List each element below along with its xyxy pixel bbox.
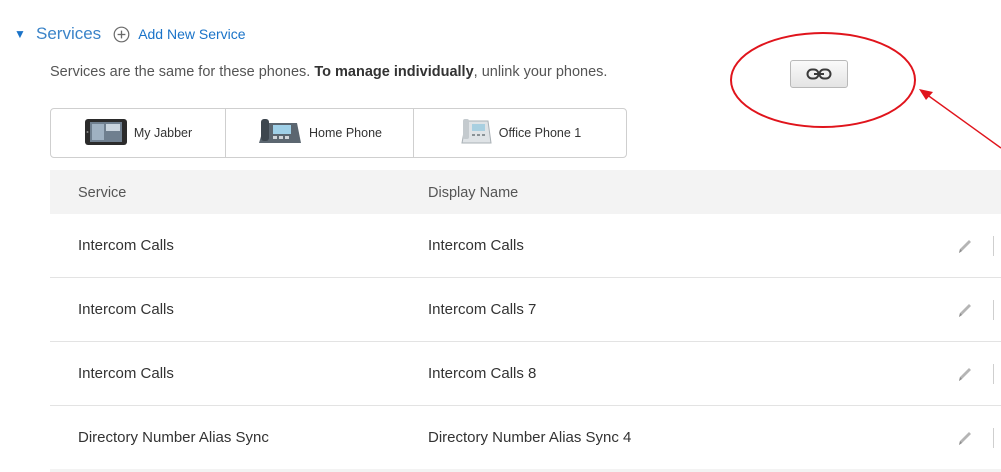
phone-tab-label: My Jabber bbox=[133, 126, 193, 140]
service-cell: Intercom Calls bbox=[78, 365, 174, 382]
row-separator bbox=[993, 428, 994, 448]
annotation-arrow-line bbox=[925, 93, 1001, 149]
service-cell: Directory Number Alias Sync bbox=[78, 429, 269, 446]
phone-tabs: My Jabber Home Phone Office Phone 1 bbox=[50, 108, 627, 158]
office-phone-icon bbox=[459, 117, 493, 150]
plus-circle-icon bbox=[113, 26, 130, 43]
header-display-name: Display Name bbox=[428, 185, 519, 201]
service-cell: Intercom Calls bbox=[78, 301, 174, 318]
row-separator bbox=[993, 236, 994, 256]
display-name-cell: Intercom Calls 7 bbox=[428, 301, 537, 318]
description-suffix: , unlink your phones. bbox=[473, 64, 608, 80]
services-table-body: Intercom Calls Intercom Calls Intercom C… bbox=[50, 214, 1001, 469]
pencil-icon[interactable] bbox=[955, 236, 975, 256]
services-table-header: Service Display Name bbox=[50, 170, 1001, 214]
phone-tab-home-phone[interactable]: Home Phone bbox=[225, 109, 413, 157]
phone-tab-my-jabber[interactable]: My Jabber bbox=[51, 109, 225, 157]
description-prefix: Services are the same for these phones. bbox=[50, 64, 315, 80]
header-service: Service bbox=[78, 185, 127, 201]
display-name-cell: Directory Number Alias Sync 4 bbox=[428, 429, 632, 446]
table-row: Intercom Calls Intercom Calls 7 bbox=[50, 278, 1001, 342]
services-section-header: ▼ Services Add New Service bbox=[14, 22, 246, 46]
annotation-arrow-head bbox=[919, 89, 933, 100]
chain-link-icon bbox=[806, 67, 832, 81]
table-row: Intercom Calls Intercom Calls bbox=[50, 214, 1001, 278]
pencil-icon[interactable] bbox=[955, 428, 975, 448]
desk-phone-icon bbox=[257, 117, 303, 150]
table-row: Directory Number Alias Sync Directory Nu… bbox=[50, 406, 1001, 469]
services-panel: ▼ Services Add New Service Services are … bbox=[0, 0, 1001, 472]
display-name-cell: Intercom Calls bbox=[428, 237, 524, 254]
section-title: Services bbox=[36, 24, 102, 43]
phone-tab-label: Home Phone bbox=[309, 126, 382, 140]
service-cell: Intercom Calls bbox=[78, 237, 174, 254]
display-name-cell: Intercom Calls 8 bbox=[428, 365, 537, 382]
table-row: Intercom Calls Intercom Calls 8 bbox=[50, 342, 1001, 406]
add-new-service-label: Add New Service bbox=[138, 26, 246, 42]
phone-tab-office-phone-1[interactable]: Office Phone 1 bbox=[413, 109, 626, 157]
services-description: Services are the same for these phones. … bbox=[50, 64, 607, 80]
phone-tab-label: Office Phone 1 bbox=[498, 126, 582, 140]
pencil-icon[interactable] bbox=[955, 364, 975, 384]
unlink-phones-button[interactable] bbox=[790, 60, 848, 88]
add-new-service-button[interactable]: Add New Service bbox=[113, 26, 246, 43]
description-bold: To manage individually bbox=[314, 64, 474, 80]
row-separator bbox=[993, 364, 994, 384]
pencil-icon[interactable] bbox=[955, 300, 975, 320]
jabber-tablet-icon bbox=[84, 117, 128, 150]
row-separator bbox=[993, 300, 994, 320]
triangle-down-icon[interactable]: ▼ bbox=[14, 28, 28, 40]
